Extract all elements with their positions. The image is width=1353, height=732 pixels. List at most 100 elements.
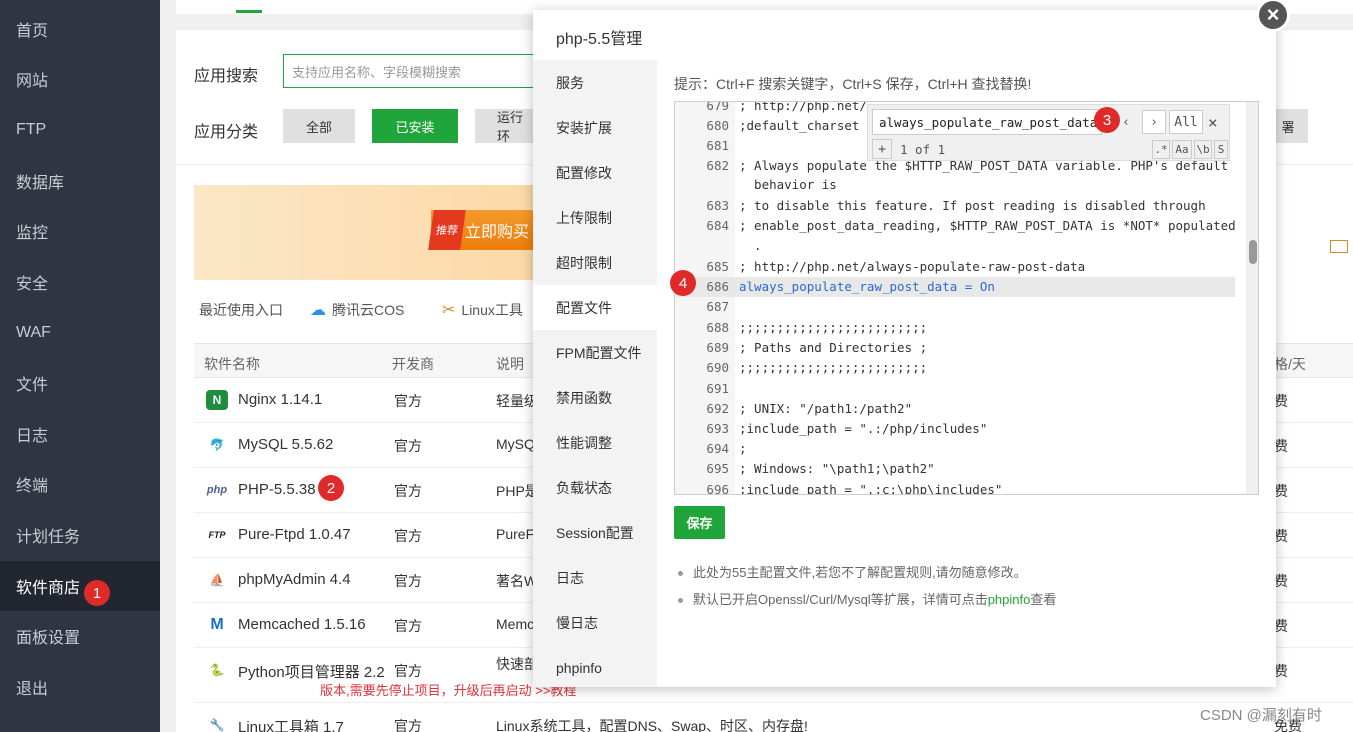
sidebar-item-security[interactable]: 安全 bbox=[0, 257, 160, 307]
memcached-icon: M bbox=[210, 616, 224, 633]
buy-now-button[interactable]: 推荐 立即购买 bbox=[428, 210, 539, 250]
tab-timeout-limit[interactable]: 超时限制 bbox=[533, 240, 657, 285]
modal-tabs: 服务 安装扩展 配置修改 上传限制 超时限制 配置文件 FPM配置文件 禁用函数… bbox=[533, 60, 657, 687]
line-number: 683 bbox=[706, 198, 729, 213]
software-fee: 费 bbox=[1274, 438, 1288, 454]
line-number: 682 bbox=[706, 158, 729, 173]
note-item: 此处为55主配置文件,若您不了解配置规则,请勿随意修改。 bbox=[678, 562, 1027, 581]
col-dev: 开发商 bbox=[392, 356, 434, 372]
line-number: 684 bbox=[706, 218, 729, 233]
note-text: 此处为55主配置文件,若您不了解配置规则,请勿随意修改。 bbox=[693, 565, 1027, 580]
line-text: ; http://php.net/ bbox=[739, 101, 867, 113]
tab-slow-log[interactable]: 慢日志 bbox=[533, 600, 657, 645]
hot-tag: 推荐 bbox=[428, 210, 466, 250]
mail-icon[interactable] bbox=[1330, 240, 1348, 253]
software-desc: Linux系统工具，配置DNS、Swap、时区、内存盘! bbox=[496, 718, 808, 732]
find-all-button[interactable]: All bbox=[1169, 110, 1203, 134]
recent-item-cos[interactable]: ☁ 腾讯云COS bbox=[310, 300, 404, 320]
sidebar-item-terminal[interactable]: 终端 bbox=[0, 459, 160, 509]
marker-4: 4 bbox=[670, 270, 696, 296]
sidebar-item-database[interactable]: 数据库 bbox=[0, 156, 160, 206]
category-all-button[interactable]: 全部 bbox=[283, 109, 355, 143]
sidebar-item-label: 退出 bbox=[16, 681, 49, 698]
line-number: 687 bbox=[706, 299, 729, 314]
find-close-icon[interactable]: × bbox=[1208, 113, 1218, 132]
sidebar-item-cron[interactable]: 计划任务 bbox=[0, 510, 160, 560]
selection-toggle[interactable]: S bbox=[1214, 140, 1228, 159]
line-number: 681 bbox=[706, 138, 729, 153]
software-fee: 费 bbox=[1274, 663, 1288, 679]
software-name: Pure-Ftpd 1.0.47 bbox=[238, 526, 351, 543]
sidebar-item-label: 终端 bbox=[16, 478, 49, 495]
category-runtime-button[interactable]: 运行环 bbox=[475, 109, 533, 144]
col-name: 软件名称 bbox=[204, 356, 260, 372]
code-line: 691 bbox=[675, 379, 1235, 399]
modal-title: php-5.5管理 bbox=[556, 31, 643, 48]
table-row[interactable]: 🔧 Linux工具箱 1.7 官方 Linux系统工具，配置DNS、Swap、时区、内… bbox=[194, 703, 1353, 732]
line-number: 689 bbox=[706, 340, 729, 355]
sidebar-item-logs[interactable]: 日志 bbox=[0, 409, 160, 459]
sidebar-item-store[interactable]: 软件商店 bbox=[0, 561, 160, 611]
find-count: 1 of 1 bbox=[900, 142, 946, 157]
line-text: ; Windows: "\path1;\path2" bbox=[739, 461, 935, 476]
line-number: 693 bbox=[706, 421, 729, 436]
word-toggle[interactable]: \b bbox=[1194, 140, 1212, 159]
sidebar-item-monitor[interactable]: 监控 bbox=[0, 206, 160, 256]
software-dev: 官方 bbox=[394, 573, 422, 589]
python-icon: 🐍 bbox=[209, 663, 225, 677]
search-input[interactable]: 支持应用名称、字段模糊搜索 bbox=[283, 54, 543, 88]
line-text: always_populate_raw_post_data = On bbox=[739, 279, 995, 294]
tab-config-file[interactable]: 配置文件 bbox=[533, 285, 657, 330]
recent-item-linux[interactable]: ✂ Linux工具 bbox=[442, 300, 523, 320]
sidebar-item-home[interactable]: 首页 bbox=[0, 4, 160, 54]
sidebar-item-ftp[interactable]: FTP bbox=[0, 105, 160, 155]
software-name: MySQL 5.5.62 bbox=[238, 436, 334, 453]
phpinfo-link[interactable]: phpinfo bbox=[988, 592, 1031, 607]
sidebar-item-label: 监控 bbox=[16, 225, 49, 242]
tab-phpinfo[interactable]: phpinfo bbox=[533, 645, 657, 690]
code-line: 683 ; to disable this feature. If post re… bbox=[675, 196, 1235, 216]
tab-extensions[interactable]: 安装扩展 bbox=[533, 105, 657, 150]
sidebar-item-settings[interactable]: 面板设置 bbox=[0, 611, 160, 661]
tab-session[interactable]: Session配置 bbox=[533, 510, 657, 555]
case-toggle[interactable]: Aa bbox=[1172, 140, 1192, 159]
tab-load-status[interactable]: 负载状态 bbox=[533, 465, 657, 510]
scrollbar-thumb[interactable] bbox=[1249, 240, 1257, 264]
category-installed-button[interactable]: 已安装 bbox=[372, 109, 458, 143]
code-line: 684 ; enable_post_data_reading, $HTTP_RAW… bbox=[675, 216, 1235, 236]
tab-fpm-config[interactable]: FPM配置文件 bbox=[533, 330, 657, 375]
line-text: ; http://php.net/always-populate-raw-pos… bbox=[739, 259, 1086, 274]
line-text: ;include_path = ".:/php/includes" bbox=[739, 421, 988, 436]
sidebar-item-waf[interactable]: WAF bbox=[0, 308, 160, 358]
line-text: ; to disable this feature. If post readi… bbox=[739, 198, 1206, 213]
search-label: 应用搜索 bbox=[194, 68, 259, 85]
code-line: . bbox=[675, 236, 1235, 256]
find-next-button[interactable]: › bbox=[1142, 110, 1166, 134]
sidebar-item-website[interactable]: 网站 bbox=[0, 54, 160, 104]
software-dev: 官方 bbox=[394, 393, 422, 409]
code-editor[interactable]: 679 ; http://php.net/ 680 ;default_charset… bbox=[674, 101, 1259, 495]
tab-disabled-functions[interactable]: 禁用函数 bbox=[533, 375, 657, 420]
sidebar-item-label: 日志 bbox=[16, 428, 49, 445]
sidebar-item-logout[interactable]: 退出 bbox=[0, 662, 160, 712]
find-expand-button[interactable]: + bbox=[872, 139, 892, 159]
php-icon: php bbox=[206, 484, 228, 496]
editor-scrollbar[interactable] bbox=[1246, 102, 1258, 494]
code-line: 689 ; Paths and Directories ; bbox=[675, 338, 1235, 358]
sidebar-item-files[interactable]: 文件 bbox=[0, 358, 160, 408]
save-button[interactable]: 保存 bbox=[674, 506, 725, 539]
sidebar-item-label: FTP bbox=[16, 121, 47, 138]
find-input[interactable]: always_populate_raw_post_data bbox=[872, 109, 1102, 135]
software-fee: 费 bbox=[1274, 618, 1288, 634]
regex-toggle[interactable]: .* bbox=[1152, 140, 1170, 159]
software-name: Memcached 1.5.16 bbox=[238, 616, 366, 633]
software-desc: 著名W bbox=[496, 573, 538, 589]
col-desc: 说明 bbox=[496, 356, 524, 372]
tab-config-edit[interactable]: 配置修改 bbox=[533, 150, 657, 195]
line-number: 680 bbox=[706, 118, 729, 133]
marker-2: 2 bbox=[318, 475, 344, 501]
tab-performance[interactable]: 性能调整 bbox=[533, 420, 657, 465]
tab-service[interactable]: 服务 bbox=[533, 60, 657, 105]
tab-upload-limit[interactable]: 上传限制 bbox=[533, 195, 657, 240]
tab-log[interactable]: 日志 bbox=[533, 555, 657, 600]
